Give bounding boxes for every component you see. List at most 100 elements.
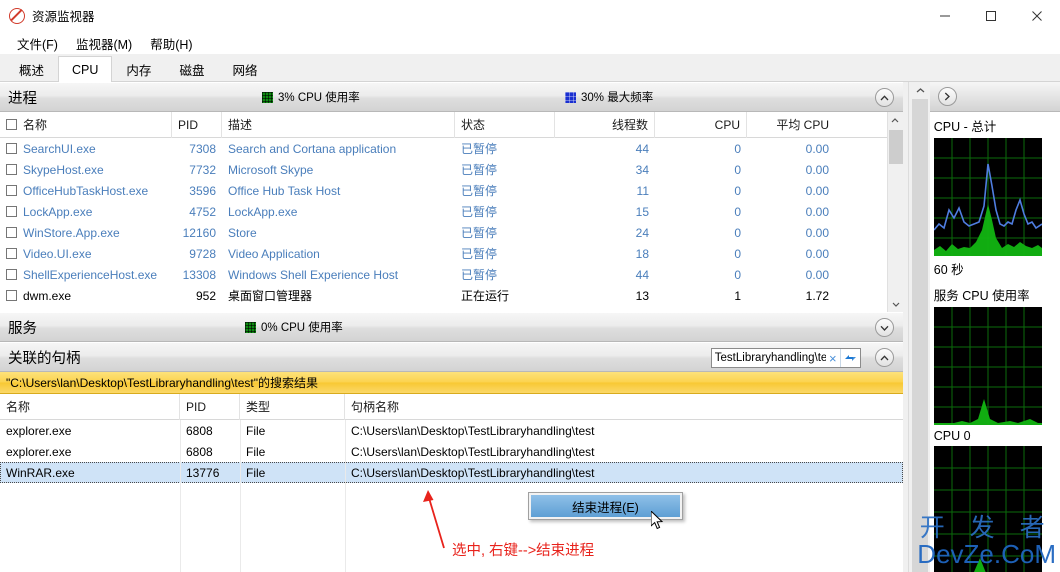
cell-status: 已暂停 xyxy=(461,226,498,240)
handle-cell-handle: C:\Users\lan\Desktop\TestLibraryhandling… xyxy=(351,423,595,438)
handle-cell-type: File xyxy=(246,465,266,480)
cell-pid: 7308 xyxy=(189,141,216,156)
col-avgcpu[interactable]: 平均 CPU xyxy=(747,112,835,138)
processes-scroll-up-button[interactable] xyxy=(888,112,903,128)
handle-col-type[interactable]: 类型 xyxy=(240,393,345,420)
table-row[interactable]: dwm.exe 952 桌面窗口管理器 正在运行 13 1 1.72 xyxy=(0,285,903,306)
processes-section-header[interactable]: 进程 3% CPU 使用率 30% 最大频率 xyxy=(0,82,903,112)
green-swatch-icon xyxy=(262,91,273,103)
cell-cpu: 0 xyxy=(734,141,741,156)
cell-avgcpu: 0.00 xyxy=(805,162,829,177)
cell-pid: 3596 xyxy=(189,183,216,198)
row-checkbox[interactable] xyxy=(6,269,17,280)
col-name[interactable]: 名称 xyxy=(17,111,172,138)
tab-disk[interactable]: 磁盘 xyxy=(165,56,219,81)
close-button[interactable] xyxy=(1014,0,1060,32)
table-row[interactable]: OfficeHubTaskHost.exe 3596 Office Hub Ta… xyxy=(0,180,903,201)
handle-col-handle[interactable]: 句柄名称 xyxy=(345,394,890,420)
col-desc[interactable]: 描述 xyxy=(222,111,455,138)
row-checkbox[interactable] xyxy=(6,143,17,154)
processes-collapse-button[interactable] xyxy=(874,88,894,107)
handles-section-header[interactable]: 关联的句柄 TestLibraryhandling\test × xyxy=(0,342,903,372)
col-status[interactable]: 状态 xyxy=(455,111,555,138)
graph-label-cpu0: CPU 0 xyxy=(925,425,1060,446)
cell-threads: 34 xyxy=(635,162,649,177)
menu-bar: 文件(F) 监视器(M) 帮助(H) xyxy=(0,32,1060,54)
handle-col-pid[interactable]: PID xyxy=(180,393,240,420)
column-divider xyxy=(240,420,241,572)
cell-status: 已暂停 xyxy=(461,268,498,282)
table-row[interactable]: LockApp.exe 4752 LockApp.exe 已暂停 15 0 0.… xyxy=(0,201,903,222)
table-row[interactable]: SearchUI.exe 7308 Search and Cortana app… xyxy=(0,138,903,159)
handle-col-name[interactable]: 名称 xyxy=(0,393,180,420)
table-row-selected[interactable]: WinRAR.exe 13776 File C:\Users\lan\Deskt… xyxy=(0,462,903,483)
cell-name: OfficeHubTaskHost.exe xyxy=(23,183,149,198)
minimize-button[interactable] xyxy=(922,0,968,32)
processes-scroll-thumb[interactable] xyxy=(888,130,903,164)
handle-cell-handle: C:\Users\lan\Desktop\TestLibraryhandling… xyxy=(351,444,595,459)
cell-threads: 15 xyxy=(635,204,649,219)
processes-scroll-down-button[interactable] xyxy=(888,296,903,312)
menu-file[interactable]: 文件(F) xyxy=(8,32,67,55)
col-cpu[interactable]: CPU xyxy=(655,111,747,138)
table-row[interactable]: explorer.exe 6808 File C:\Users\lan\Desk… xyxy=(0,420,903,441)
col-threads[interactable]: 线程数 xyxy=(555,111,655,138)
processes-cpu-meter: 3% CPU 使用率 xyxy=(262,89,360,105)
table-row[interactable]: Video.UI.exe 9728 Video Application 已暂停 … xyxy=(0,243,903,264)
tab-overview[interactable]: 概述 xyxy=(5,56,59,81)
cell-desc: Office Hub Task Host xyxy=(228,183,341,198)
resource-monitor-icon xyxy=(9,7,25,24)
row-checkbox[interactable] xyxy=(6,290,17,301)
processes-freq-label: 30% 最大频率 xyxy=(581,92,654,104)
cell-pid: 7732 xyxy=(189,162,216,177)
col-pid[interactable]: PID xyxy=(172,111,222,138)
tab-strip: 概述 CPU 内存 磁盘 网络 xyxy=(0,54,1060,82)
services-cpu-meter: 0% CPU 使用率 xyxy=(245,319,343,335)
clear-search-icon[interactable]: × xyxy=(826,352,840,365)
handle-cell-type: File xyxy=(246,423,266,438)
cell-avgcpu: 0.00 xyxy=(805,141,829,156)
tab-cpu[interactable]: CPU xyxy=(58,56,113,82)
graph-label-service-cpu: 服务 CPU 使用率 xyxy=(925,281,1060,307)
window-controls xyxy=(922,0,1060,32)
row-checkbox[interactable] xyxy=(6,206,17,217)
handle-search-box[interactable]: TestLibraryhandling\test × xyxy=(710,348,861,368)
handle-cell-name: explorer.exe xyxy=(6,423,72,438)
menu-help[interactable]: 帮助(H) xyxy=(141,32,201,55)
table-row[interactable]: explorer.exe 6808 File C:\Users\lan\Desk… xyxy=(0,441,903,462)
select-all-checkbox[interactable] xyxy=(6,119,17,130)
row-checkbox[interactable] xyxy=(6,164,17,175)
handle-cell-pid: 13776 xyxy=(186,465,220,480)
table-row[interactable]: WinStore.App.exe 12160 Store 已暂停 24 0 0.… xyxy=(0,222,903,243)
cell-pid: 13308 xyxy=(182,267,216,282)
main-scroll-thumb[interactable] xyxy=(912,99,928,572)
maximize-button[interactable] xyxy=(968,0,1014,32)
row-checkbox[interactable] xyxy=(6,227,17,238)
sidebar-collapse-button[interactable] xyxy=(937,87,957,106)
table-row[interactable]: ShellExperienceHost.exe 13308 Windows Sh… xyxy=(0,264,903,285)
handles-collapse-button[interactable] xyxy=(874,348,894,367)
cell-avgcpu: 0.00 xyxy=(805,267,829,282)
row-checkbox[interactable] xyxy=(6,248,17,259)
table-row[interactable]: SkypeHost.exe 7732 Microsoft Skype 已暂停 3… xyxy=(0,159,903,180)
row-checkbox[interactable] xyxy=(6,185,17,196)
main-scroll-up-button[interactable] xyxy=(909,82,931,98)
cell-threads: 24 xyxy=(635,225,649,240)
services-expand-button[interactable] xyxy=(874,318,894,337)
services-section-header[interactable]: 服务 0% CPU 使用率 xyxy=(0,312,903,342)
graph-axis-60s: 60 秒 xyxy=(925,256,1060,281)
search-input[interactable]: TestLibraryhandling\test xyxy=(712,352,826,364)
menu-monitor[interactable]: 监视器(M) xyxy=(67,32,141,55)
cell-desc: LockApp.exe xyxy=(228,204,298,219)
cell-status: 已暂停 xyxy=(461,142,498,156)
graph-service-cpu xyxy=(933,307,1042,425)
main-scrollbar[interactable] xyxy=(908,82,930,572)
search-refresh-icon[interactable] xyxy=(839,349,860,367)
cell-status: 已暂停 xyxy=(461,163,498,177)
tab-network[interactable]: 网络 xyxy=(218,56,272,81)
chevron-up-icon xyxy=(916,87,924,92)
chevron-up-icon xyxy=(880,354,889,360)
sidebar-header xyxy=(925,82,1060,112)
tab-memory[interactable]: 内存 xyxy=(112,56,166,81)
processes-scrollbar[interactable] xyxy=(886,112,903,312)
